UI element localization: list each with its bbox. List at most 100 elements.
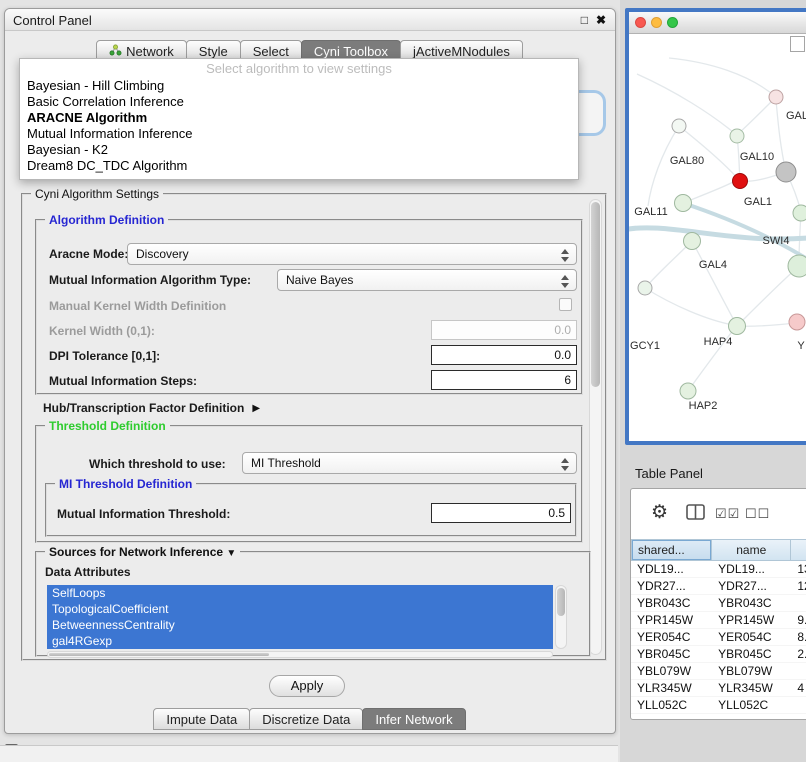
cell-shared-name: YLL052C xyxy=(631,697,712,713)
stepper-arrows-icon xyxy=(561,248,569,262)
list-item[interactable]: SelfLoops xyxy=(47,585,553,601)
dropdown-item-selected[interactable]: ARACNE Algorithm xyxy=(20,110,578,126)
column-header-shared-name[interactable]: shared... xyxy=(631,539,712,561)
tab-discretize-data[interactable]: Discretize Data xyxy=(249,708,363,730)
apply-button[interactable]: Apply xyxy=(269,675,345,697)
table-row[interactable]: YBR043C YBR043C xyxy=(631,595,806,612)
dropdown-placeholder: Select algorithm to view settings xyxy=(20,59,578,78)
node-label: GAL1 xyxy=(744,196,772,208)
list-item[interactable]: gal4RGexp xyxy=(47,633,553,649)
list-vertical-scrollbar[interactable] xyxy=(555,585,567,649)
mi-type-value: Naive Bayes xyxy=(286,273,353,287)
node-label: HAP2 xyxy=(689,400,718,412)
canvas-scrollbar-corner[interactable] xyxy=(790,36,805,52)
table-row[interactable]: YBL079W YBL079W xyxy=(631,663,806,680)
mi-threshold-label: Mutual Information Threshold: xyxy=(57,507,230,521)
node[interactable] xyxy=(789,314,805,330)
cell-name: YLR345W xyxy=(712,680,791,696)
columns-icon[interactable] xyxy=(686,504,706,524)
aracne-mode-value: Discovery xyxy=(136,247,189,261)
node[interactable] xyxy=(730,129,744,143)
cell-shared-name: YBL079W xyxy=(631,663,712,679)
algorithm-definition-title: Algorithm Definition xyxy=(45,213,168,227)
table-panel-window: ⚙ ☑☑ ☐☐ shared... name YDL19... YDL19...… xyxy=(630,488,806,720)
column-header-name[interactable]: name xyxy=(712,539,791,561)
table-toolbar: ⚙ ☑☑ ☐☐ xyxy=(631,489,806,539)
float-window-icon[interactable]: □ xyxy=(581,13,588,27)
node[interactable] xyxy=(788,255,806,277)
manual-kernel-label: Manual Kernel Width Definition xyxy=(49,299,226,313)
list-horizontal-scrollbar[interactable] xyxy=(47,651,553,658)
tab-label: Select xyxy=(253,44,289,59)
dropdown-item[interactable]: Bayesian - K2 xyxy=(20,142,578,158)
which-threshold-select[interactable]: MI Threshold xyxy=(242,452,577,474)
scrollbar-thumb[interactable] xyxy=(591,202,600,387)
scrollbar-thumb[interactable] xyxy=(49,653,269,656)
network-canvas[interactable]: GAL80 GAL10 GAL11 GAL1 SWI4 GAL4 GCY1 HA… xyxy=(629,34,806,441)
table-row[interactable]: YDR27... YDR27... 12 xyxy=(631,578,806,595)
sources-title[interactable]: Sources for Network Inference ▼ xyxy=(45,545,240,559)
table-body: YDL19... YDL19... 13 YDR27... YDR27... 1… xyxy=(631,561,806,714)
tab-impute-data[interactable]: Impute Data xyxy=(153,708,250,730)
cell-shared-name: YDL19... xyxy=(631,561,712,577)
dropdown-item[interactable]: Bayesian - Hill Climbing xyxy=(20,78,578,94)
control-panel-title: Control Panel xyxy=(13,13,92,28)
cyni-algorithm-settings-group: Cyni Algorithm Settings Algorithm Defini… xyxy=(21,193,607,661)
dpi-tolerance-field[interactable]: 0.0 xyxy=(431,345,577,365)
scrollbar-thumb[interactable] xyxy=(557,588,565,616)
node[interactable] xyxy=(769,90,783,104)
aracne-mode-select[interactable]: Discovery xyxy=(127,243,577,265)
mi-threshold-field[interactable]: 0.5 xyxy=(431,503,571,523)
manual-kernel-checkbox[interactable] xyxy=(559,298,572,311)
dropdown-item[interactable]: Basic Correlation Inference xyxy=(20,94,578,110)
cell-name: YER054C xyxy=(712,629,791,645)
close-traffic-light[interactable] xyxy=(635,17,646,28)
cell-value: 4 xyxy=(791,680,806,696)
node-gal10-red[interactable] xyxy=(733,174,748,189)
node-gray[interactable] xyxy=(776,162,796,182)
hub-tf-disclosure[interactable]: Hub/Transcription Factor Definition ▶ xyxy=(43,401,260,415)
node[interactable] xyxy=(672,119,686,133)
table-row[interactable]: YER054C YER054C 8. xyxy=(631,629,806,646)
node[interactable] xyxy=(675,195,692,212)
node[interactable] xyxy=(638,281,652,295)
list-item[interactable]: BetweennessCentrality xyxy=(47,617,553,633)
dropdown-item[interactable]: Mutual Information Inference xyxy=(20,126,578,142)
data-attributes-label: Data Attributes xyxy=(45,565,131,579)
list-item[interactable]: TopologicalCoefficient xyxy=(47,601,553,617)
node[interactable] xyxy=(680,383,696,399)
kernel-width-field[interactable]: 0.0 xyxy=(431,320,577,340)
node[interactable] xyxy=(684,233,701,250)
aracne-mode-label: Aracne Mode: xyxy=(49,247,128,261)
mi-type-select[interactable]: Naive Bayes xyxy=(277,269,577,291)
deselect-all-checkboxes-icon[interactable]: ☐☐ xyxy=(745,506,770,522)
node[interactable] xyxy=(793,205,806,221)
status-strip xyxy=(0,745,618,762)
tab-infer-network[interactable]: Infer Network xyxy=(362,708,465,730)
tab-label: jActiveMNodules xyxy=(413,44,510,59)
zoom-traffic-light[interactable] xyxy=(667,17,678,28)
node-label-clipped: Y xyxy=(797,340,805,352)
table-row[interactable]: YBR045C YBR045C 2. xyxy=(631,646,806,663)
table-row[interactable]: YDL19... YDL19... 13 xyxy=(631,561,806,578)
cell-name: YDL19... xyxy=(712,561,791,577)
dropdown-item[interactable]: Dream8 DC_TDC Algorithm xyxy=(20,158,578,174)
table-row[interactable]: YLL052C YLL052C xyxy=(631,697,806,714)
close-icon[interactable]: ✖ xyxy=(596,13,606,27)
table-row[interactable]: YPR145W YPR145W 9. xyxy=(631,612,806,629)
mi-threshold-title: MI Threshold Definition xyxy=(55,477,196,491)
mi-steps-field[interactable]: 6 xyxy=(431,370,577,390)
minimize-traffic-light[interactable] xyxy=(651,17,662,28)
column-header-clipped[interactable] xyxy=(791,539,806,561)
data-attributes-list: SelfLoops TopologicalCoefficient Between… xyxy=(47,585,553,649)
cell-name: YLL052C xyxy=(712,697,791,713)
algorithm-dropdown-popup: Select algorithm to view settings Bayesi… xyxy=(19,58,579,180)
node[interactable] xyxy=(729,318,746,335)
gear-icon[interactable]: ⚙ xyxy=(651,501,668,524)
cell-shared-name: YDR27... xyxy=(631,578,712,594)
table-row[interactable]: YLR345W YLR345W 4 xyxy=(631,680,806,697)
tab-label: Cyni Toolbox xyxy=(314,44,388,59)
control-panel-titlebar: Control Panel □ ✖ xyxy=(5,9,615,31)
sources-label: Sources for Network Inference xyxy=(49,545,223,559)
select-all-checkboxes-icon[interactable]: ☑☑ xyxy=(715,506,740,522)
